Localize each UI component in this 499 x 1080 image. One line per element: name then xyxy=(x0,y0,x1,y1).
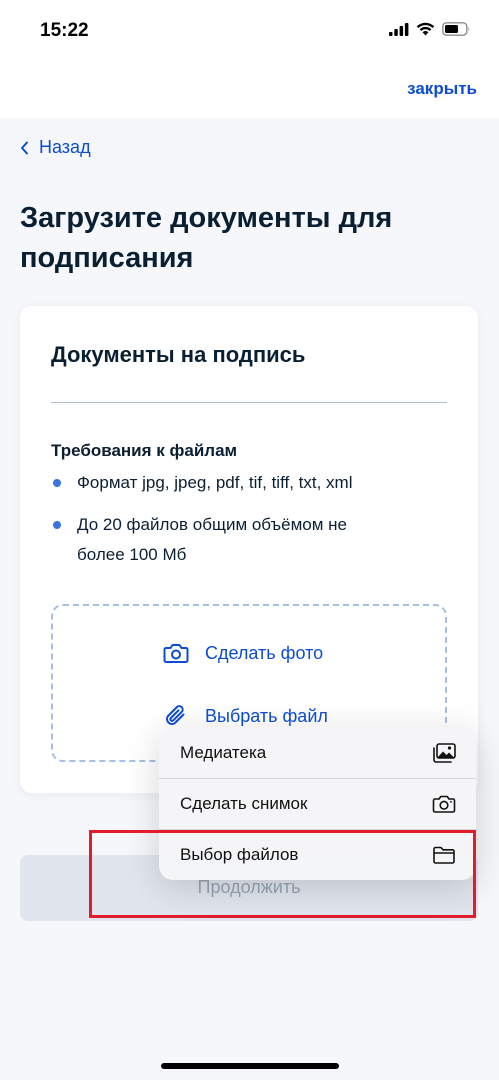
home-indicator xyxy=(161,1063,339,1069)
bullet-dot xyxy=(53,521,61,529)
menu-item-choose-files[interactable]: Выбор файлов xyxy=(159,829,476,880)
divider xyxy=(51,402,447,403)
requirement-item: До 20 файлов общим объёмом не более 100 … xyxy=(51,510,391,570)
choose-file-button[interactable]: Выбрать файл xyxy=(163,703,328,729)
status-time: 15:22 xyxy=(40,20,89,41)
requirement-item: Формат jpg, jpeg, pdf, tif, tiff, txt, x… xyxy=(51,468,441,498)
requirement-text: Формат jpg, jpeg, pdf, tif, tiff, txt, x… xyxy=(77,473,353,492)
bullet-dot xyxy=(53,479,61,487)
chevron-left-icon xyxy=(21,141,28,154)
top-bar: 15:22 закрыть xyxy=(0,0,499,118)
menu-item-label: Медиатека xyxy=(180,742,267,762)
paperclip-icon xyxy=(166,705,185,725)
battery-icon xyxy=(442,22,470,36)
menu-item-take-picture[interactable]: Сделать снимок xyxy=(159,778,476,829)
menu-item-media-library[interactable]: Медиатека xyxy=(159,727,476,778)
page-title: Загрузите документы для подписания xyxy=(20,202,393,274)
signal-icon xyxy=(389,22,409,36)
wifi-icon xyxy=(416,22,435,36)
take-photo-label: Сделать фото xyxy=(205,642,324,663)
status-icons xyxy=(389,22,471,36)
back-link[interactable]: Назад xyxy=(20,137,91,158)
card-title: Документы на подпись xyxy=(51,342,306,367)
photo-library-icon xyxy=(433,742,456,763)
menu-item-label: Выбор файлов xyxy=(180,845,299,864)
requirement-text: До 20 файлов общим объёмом не более 100 … xyxy=(77,515,347,564)
camera-icon xyxy=(163,644,189,663)
requirements-list: Формат jpg, jpeg, pdf, tif, tiff, txt, x… xyxy=(51,468,451,582)
take-photo-button[interactable]: Сделать фото xyxy=(163,642,323,664)
file-source-menu: Медиатека Сделать снимок Выбор файлов xyxy=(159,727,476,880)
choose-file-label: Выбрать файл xyxy=(205,705,328,726)
folder-icon xyxy=(433,846,455,864)
continue-label: Продолжить xyxy=(197,877,301,897)
requirements-title: Требования к файлам xyxy=(51,441,238,460)
close-link[interactable]: закрыть xyxy=(407,79,477,99)
camera-icon xyxy=(432,795,456,813)
menu-item-label: Сделать снимок xyxy=(180,794,308,813)
back-label: Назад xyxy=(39,137,91,157)
documents-card: Документы на подпись Требования к файлам… xyxy=(20,306,478,793)
